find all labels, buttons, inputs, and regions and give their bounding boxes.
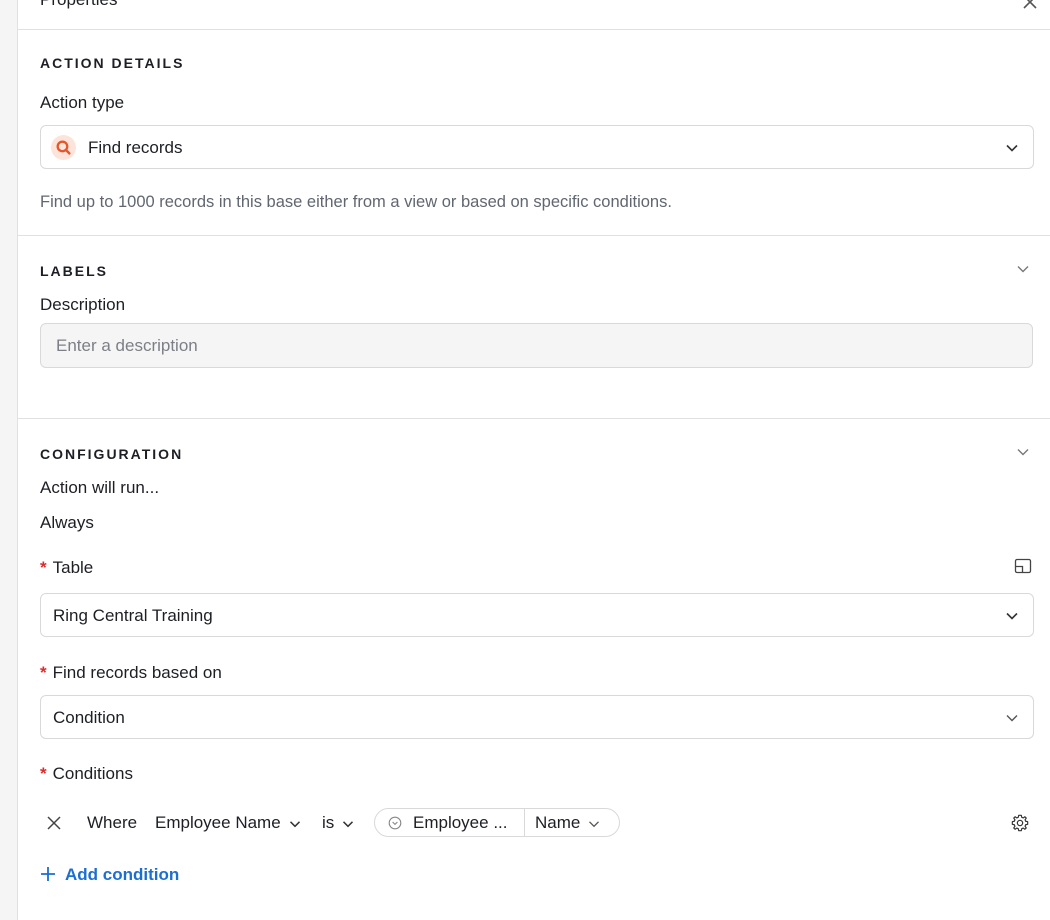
token-circle-chevron-icon <box>388 816 402 830</box>
collapse-chevron-icon[interactable] <box>1016 445 1030 459</box>
table-label-text: Table <box>52 558 94 577</box>
plus-icon <box>41 867 55 881</box>
chevron-down-icon <box>589 820 600 827</box>
find-based-label-text: Find records based on <box>52 663 222 682</box>
description-label: Description <box>40 295 126 314</box>
action-type-select[interactable]: Find records <box>40 125 1034 169</box>
run-condition-value: Always <box>40 513 94 532</box>
condition-operator-value: is <box>322 813 335 832</box>
gear-icon[interactable] <box>1010 813 1030 833</box>
section-title-action-details: ACTION DETAILS <box>40 55 185 71</box>
section-title-labels: LABELS <box>40 263 108 279</box>
chevron-down-icon <box>1006 715 1018 722</box>
chevron-down-icon <box>1006 144 1018 152</box>
table-label: * Table <box>40 558 93 578</box>
find-based-select-value: Condition <box>53 708 125 727</box>
description-input[interactable] <box>40 323 1033 368</box>
condition-where-label: Where <box>87 813 138 832</box>
left-gutter <box>0 0 18 920</box>
find-based-select[interactable]: Condition <box>40 695 1034 739</box>
run-condition-label: Action will run... <box>40 478 160 497</box>
conditions-label: * Conditions <box>40 764 133 784</box>
required-asterisk: * <box>40 663 47 682</box>
search-icon <box>51 135 76 160</box>
table-select[interactable]: Ring Central Training <box>40 593 1034 637</box>
condition-field-value: Employee Name <box>155 813 281 832</box>
close-icon[interactable] <box>1022 0 1038 10</box>
action-type-value: Find records <box>88 138 183 157</box>
required-asterisk: * <box>40 764 47 783</box>
labels-section: LABELS Description <box>18 236 1050 419</box>
condition-row: Where Employee Name is Employee ... Name <box>40 806 1034 838</box>
conditions-label-text: Conditions <box>52 764 133 783</box>
required-asterisk: * <box>40 558 47 577</box>
find-based-label: * Find records based on <box>40 663 222 683</box>
action-details-section: ACTION DETAILS Action type Find records … <box>18 31 1050 236</box>
chevron-down-icon <box>1006 612 1018 620</box>
table-select-value: Ring Central Training <box>53 606 213 625</box>
token-divider <box>524 809 525 836</box>
properties-panel: Properties ACTION DETAILS Action type Fi… <box>18 0 1050 920</box>
add-condition-button[interactable]: Add condition <box>40 865 179 885</box>
chevron-down-icon <box>289 820 300 827</box>
condition-field-dropdown[interactable]: Employee Name <box>155 813 301 833</box>
condition-operator-dropdown[interactable]: is <box>322 813 354 833</box>
add-condition-label: Add condition <box>65 865 180 884</box>
collapse-chevron-icon[interactable] <box>1016 262 1030 276</box>
panel-header: Properties <box>18 0 1050 30</box>
remove-condition-icon[interactable] <box>46 815 62 831</box>
action-type-help: Find up to 1000 records in this base eit… <box>40 193 672 211</box>
condition-value-token-label: Employee ... <box>413 813 508 832</box>
expand-icon[interactable] <box>1014 558 1032 574</box>
condition-value-subfield: Name <box>535 813 581 832</box>
section-title-configuration: CONFIGURATION <box>40 446 184 462</box>
action-type-label: Action type <box>40 93 125 112</box>
chevron-down-icon <box>343 820 354 827</box>
panel-title: Properties <box>40 0 117 10</box>
condition-value-subfield-dropdown[interactable]: Name <box>535 813 600 833</box>
condition-value-token[interactable]: Employee ... Name <box>374 808 620 837</box>
